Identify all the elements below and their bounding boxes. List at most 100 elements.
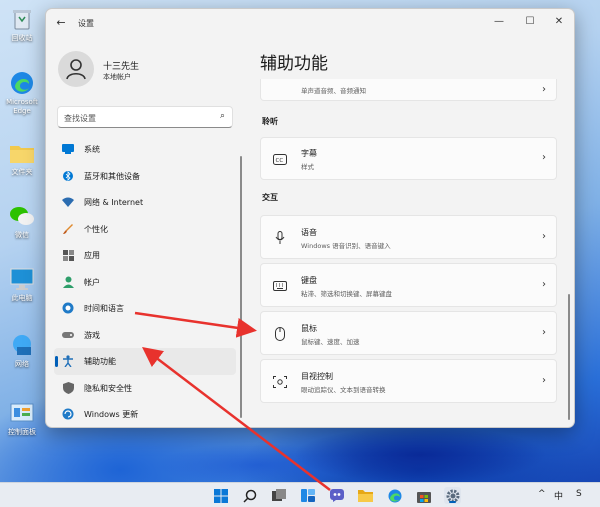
apps-icon [62,249,74,261]
sidebar-item-label: 帐户 [84,277,100,287]
desktop-icon-control-panel[interactable]: 控制面板 [0,400,44,437]
wifi-icon [62,196,74,208]
desktop-icon-edge[interactable]: Microsoft Edge [0,70,44,116]
teams-chat-icon[interactable] [328,487,345,504]
card-subtitle: 单声道音频、音频通知 [301,87,366,95]
close-icon[interactable]: ✕ [549,14,569,30]
captions-icon: CC [273,152,287,166]
account-type: 本地帐户 [103,73,131,81]
edge-icon[interactable] [386,487,403,504]
mouse-card[interactable]: 鼠标 鼠标键、速度、加速 › [260,311,557,355]
shield-icon [62,381,74,394]
desktop-icon-label: 文件夹 [11,168,33,176]
window-title: 设置 [78,19,94,28]
folder-icon [8,140,36,166]
sidebar-item-apps[interactable]: 应用 [54,242,236,269]
store-icon[interactable] [415,487,432,504]
desktop-icon-label: 控制面板 [8,428,36,436]
avatar[interactable] [58,51,94,87]
mouse-icon [273,327,287,341]
system-icon [62,143,74,155]
card-subtitle: 眼动追踪仪、文本到语音转换 [301,386,386,394]
search-icon[interactable]: ⌕ [220,111,225,121]
section-label-interaction: 交互 [262,193,278,202]
speech-card[interactable]: 语音 Windows 语音识别、语音键入 › [260,215,557,259]
sidebar-item-label: 个性化 [84,224,108,234]
section-label-hearing: 聆听 [262,117,278,126]
start-icon[interactable] [212,487,229,504]
sidebar-item-bluetooth[interactable]: 蓝牙和其他设备 [54,163,236,190]
desktop-icon-network[interactable]: 网络 [0,332,44,369]
chevron-right-icon: › [542,327,546,338]
desktop-icon-label: 此电脑 [11,294,33,302]
recycle-bin-icon [8,6,36,32]
page-title: 辅助功能 [260,54,328,74]
accessibility-icon [62,355,74,367]
taskbar: ^ 中 S [0,482,600,507]
audio-card[interactable]: 单声道音频、音频通知 › [260,79,557,101]
task-view-icon[interactable] [270,487,287,504]
eye-control-card[interactable]: 目视控制 眼动追踪仪、文本到语音转换 › [260,359,557,403]
sidebar-item-privacy[interactable]: 隐私和安全性 [54,375,236,402]
minimize-icon[interactable]: — [489,14,509,30]
sidebar-item-label: Windows 更新 [84,410,139,419]
card-title: 键盘 [301,276,317,285]
sidebar-item-label: 隐私和安全性 [84,383,132,393]
settings-icon[interactable] [444,487,461,504]
active-app-indicator [449,501,456,503]
chevron-right-icon: › [542,152,546,163]
keyboard-icon [273,279,287,293]
sidebar-item-accounts[interactable]: 帐户 [54,269,236,296]
ime-indicator[interactable]: 中 [554,489,563,502]
sidebar-item-label: 游戏 [84,330,100,340]
search-icon[interactable] [241,487,258,504]
sidebar-scrollbar[interactable] [240,156,242,418]
sidebar-item-accessibility[interactable]: 辅助功能 [54,348,236,375]
sidebar-item-label: 应用 [84,251,100,260]
sidebar-item-label: 系统 [84,145,100,154]
user-name: 十三先生 [103,62,140,72]
card-title: 目视控制 [301,372,333,381]
sidebar-item-windows-update[interactable]: Windows 更新 [54,401,236,427]
sidebar-item-time-language[interactable]: 时间和语言 [54,295,236,322]
gamepad-icon [62,329,74,341]
maximize-icon[interactable]: ☐ [520,14,540,30]
chevron-right-icon: › [542,375,546,386]
desktop-icon-wechat[interactable]: 微信 [0,203,44,240]
svg-text:CC: CC [276,158,284,164]
sidebar-item-label: 时间和语言 [84,304,124,313]
widgets-icon[interactable] [299,487,316,504]
content-scrollbar[interactable] [568,294,570,420]
user-icon [66,59,86,80]
edge-icon [8,70,36,96]
keyboard-card[interactable]: 键盘 粘滞、筛选和切换键、屏幕键盘 › [260,263,557,307]
network-icon [8,332,36,358]
desktop-icon-label: Microsoft Edge [6,98,38,115]
search-input[interactable]: 查找设置 ⌕ [57,106,233,128]
sidebar-item-label: 蓝牙和其他设备 [84,171,140,181]
tray-overflow-chevron[interactable]: ^ [538,489,546,499]
language-indicator[interactable]: S [576,489,582,499]
captions-card[interactable]: CC 字幕 样式 › [260,137,557,180]
eye-control-icon [273,375,287,389]
active-indicator [55,356,58,367]
sidebar-item-personalization[interactable]: 个性化 [54,216,236,243]
desktop-icon-folder[interactable]: 文件夹 [0,140,44,177]
back-arrow-icon[interactable]: ← [54,16,68,30]
bluetooth-icon [62,170,74,182]
card-subtitle: 样式 [301,163,314,171]
desktop-icon-recycle-bin[interactable]: 回收站 [0,6,44,43]
file-explorer-icon[interactable] [357,487,374,504]
control-panel-icon [8,400,36,426]
desktop-icon-this-pc[interactable]: 此电脑 [0,266,44,303]
settings-window: ← 设置 — ☐ ✕ 十三先生 本地帐户 查找设置 ⌕ 系统 蓝牙和其他设备 网… [45,8,575,428]
sidebar-item-gaming[interactable]: 游戏 [54,322,236,349]
card-subtitle: Windows 语音识别、语音键入 [301,242,391,250]
card-title: 字幕 [301,149,317,158]
sidebar-item-network[interactable]: 网络 & Internet [54,189,236,216]
sidebar-item-system[interactable]: 系统 [54,136,236,163]
brush-icon [62,223,74,235]
sidebar-item-label: 网络 & Internet [84,198,144,207]
chevron-right-icon: › [542,279,546,290]
microphone-icon [273,231,287,245]
